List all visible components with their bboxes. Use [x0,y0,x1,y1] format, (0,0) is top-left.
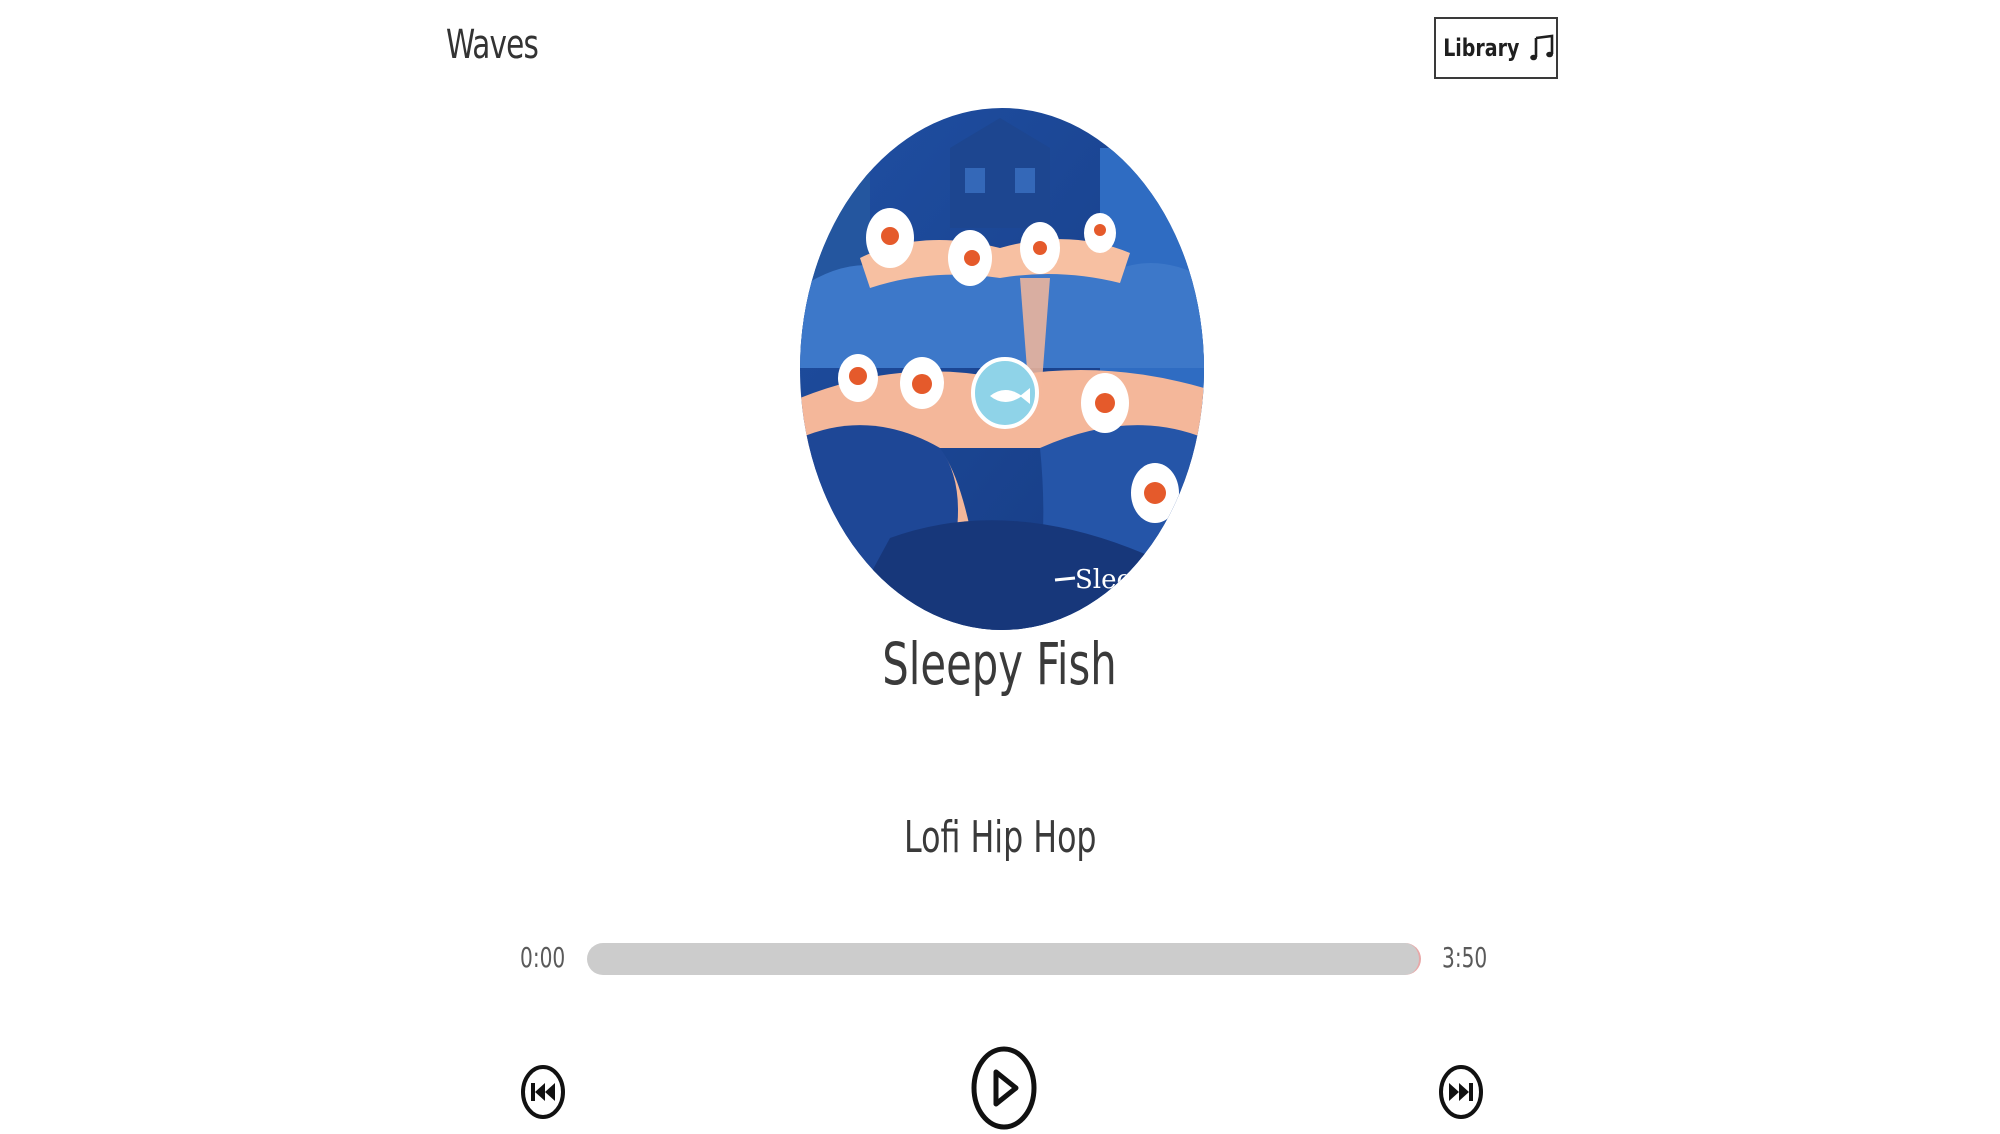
skip-forward-icon [1439,1065,1483,1119]
progress-slider[interactable] [587,943,1421,975]
svg-text:Sleep: Sleep [1075,565,1149,595]
album-cover-image: Sleep [800,108,1204,630]
current-time: 0:00 [520,941,566,974]
skip-back-icon [521,1065,565,1119]
library-button[interactable]: Library [1434,17,1558,79]
song-duration: 3:50 [1442,941,1488,974]
play-icon [971,1046,1037,1130]
song-title: Sleepy Fish [882,630,1118,698]
song-artist: Lofi Hip Hop [903,812,1097,863]
skip-back-button[interactable] [520,1063,566,1121]
library-button-label: Library [1442,34,1520,62]
skip-forward-button[interactable] [1438,1063,1484,1121]
app-logo: Waves [446,22,539,68]
play-button[interactable] [970,1045,1038,1131]
music-note-icon [1530,34,1554,62]
